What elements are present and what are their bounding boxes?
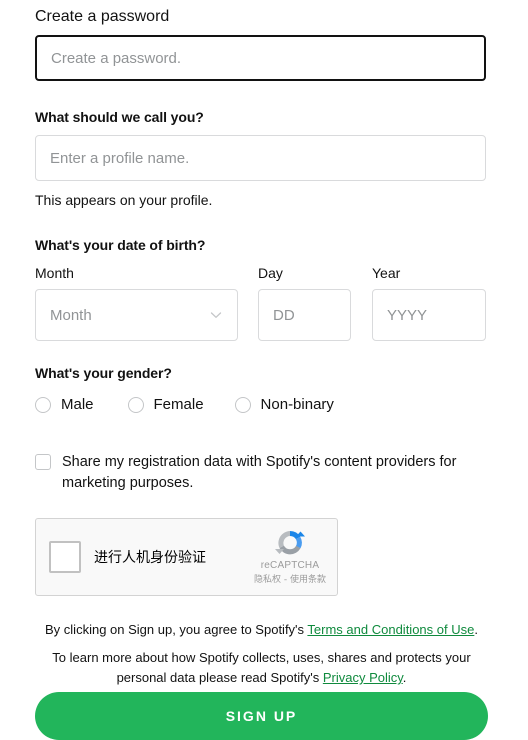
recaptcha-checkbox[interactable] bbox=[49, 541, 81, 573]
dob-month-group: Month Month bbox=[35, 265, 238, 341]
gender-option-non-binary[interactable]: Non-binary bbox=[234, 396, 334, 413]
dob-day-placeholder: DD bbox=[273, 306, 295, 324]
marketing-consent-row[interactable]: Share my registration data with Spotify'… bbox=[35, 452, 462, 494]
gender-option-label: Non-binary bbox=[260, 396, 334, 413]
password-placeholder: Create a password. bbox=[51, 49, 182, 67]
gender-options: Male Female Non-binary bbox=[35, 396, 334, 413]
marketing-consent-label: Share my registration data with Spotify'… bbox=[62, 454, 457, 491]
password-input[interactable]: Create a password. bbox=[35, 35, 486, 81]
dob-month-select[interactable]: Month bbox=[35, 289, 238, 341]
marketing-consent-checkbox[interactable] bbox=[35, 454, 51, 470]
chevron-down-icon bbox=[209, 308, 223, 322]
gender-option-label: Male bbox=[61, 396, 94, 413]
legal-line-2-suffix: . bbox=[402, 670, 407, 685]
dob-day-sublabel: Day bbox=[258, 265, 283, 281]
legal-line-1: By clicking on Sign up, you agree to Spo… bbox=[35, 620, 488, 640]
recaptcha-widget[interactable]: 进行人机身份验证 reCAPTCHA 隐私权 - 使用条款 bbox=[35, 518, 338, 596]
radio-icon bbox=[234, 396, 251, 413]
dob-year-sublabel: Year bbox=[372, 265, 401, 281]
profile-name-helper: This appears on your profile. bbox=[35, 192, 213, 208]
legal-line-2: To learn more about how Spotify collects… bbox=[35, 648, 488, 688]
dob-month-sublabel: Month bbox=[35, 265, 74, 281]
dob-label: What's your date of birth? bbox=[35, 237, 206, 253]
gender-option-female[interactable]: Female bbox=[127, 396, 204, 413]
dob-year-input[interactable]: YYYY bbox=[372, 289, 486, 341]
profile-name-label: What should we call you? bbox=[35, 109, 204, 125]
radio-icon bbox=[35, 396, 51, 413]
terms-and-conditions-link[interactable]: Terms and Conditions of Use bbox=[307, 622, 474, 637]
radio-icon bbox=[127, 396, 144, 413]
sign-up-button[interactable]: SIGN UP bbox=[35, 692, 488, 740]
profile-name-placeholder: Enter a profile name. bbox=[50, 149, 190, 167]
privacy-policy-link[interactable]: Privacy Policy bbox=[323, 670, 403, 685]
gender-label: What's your gender? bbox=[35, 365, 172, 381]
dob-day-input[interactable]: DD bbox=[258, 289, 351, 341]
legal-line-2-prefix: To learn more about how Spotify collects… bbox=[52, 650, 471, 685]
legal-line-1-suffix: . bbox=[474, 622, 478, 637]
dob-day-group: Day DD bbox=[258, 265, 351, 341]
legal-line-1-prefix: By clicking on Sign up, you agree to Spo… bbox=[45, 622, 308, 637]
dob-month-value: Month bbox=[50, 306, 92, 324]
profile-name-input[interactable]: Enter a profile name. bbox=[35, 135, 486, 181]
recaptcha-brand-text: reCAPTCHA bbox=[260, 560, 320, 571]
dob-year-placeholder: YYYY bbox=[387, 306, 428, 324]
gender-option-male[interactable]: Male bbox=[35, 396, 94, 413]
recaptcha-checkbox-label: 进行人机身份验证 bbox=[94, 550, 206, 566]
recaptcha-legal-links[interactable]: 隐私权 - 使用条款 bbox=[251, 572, 329, 585]
dob-year-group: Year YYYY bbox=[372, 265, 486, 341]
recaptcha-branding: reCAPTCHA 隐私权 - 使用条款 bbox=[251, 527, 329, 585]
password-label: Create a password bbox=[35, 8, 170, 25]
recaptcha-logo-icon bbox=[274, 527, 306, 559]
gender-option-label: Female bbox=[153, 396, 204, 413]
dob-row: Month Month Day DD Year YYYY bbox=[35, 265, 486, 341]
